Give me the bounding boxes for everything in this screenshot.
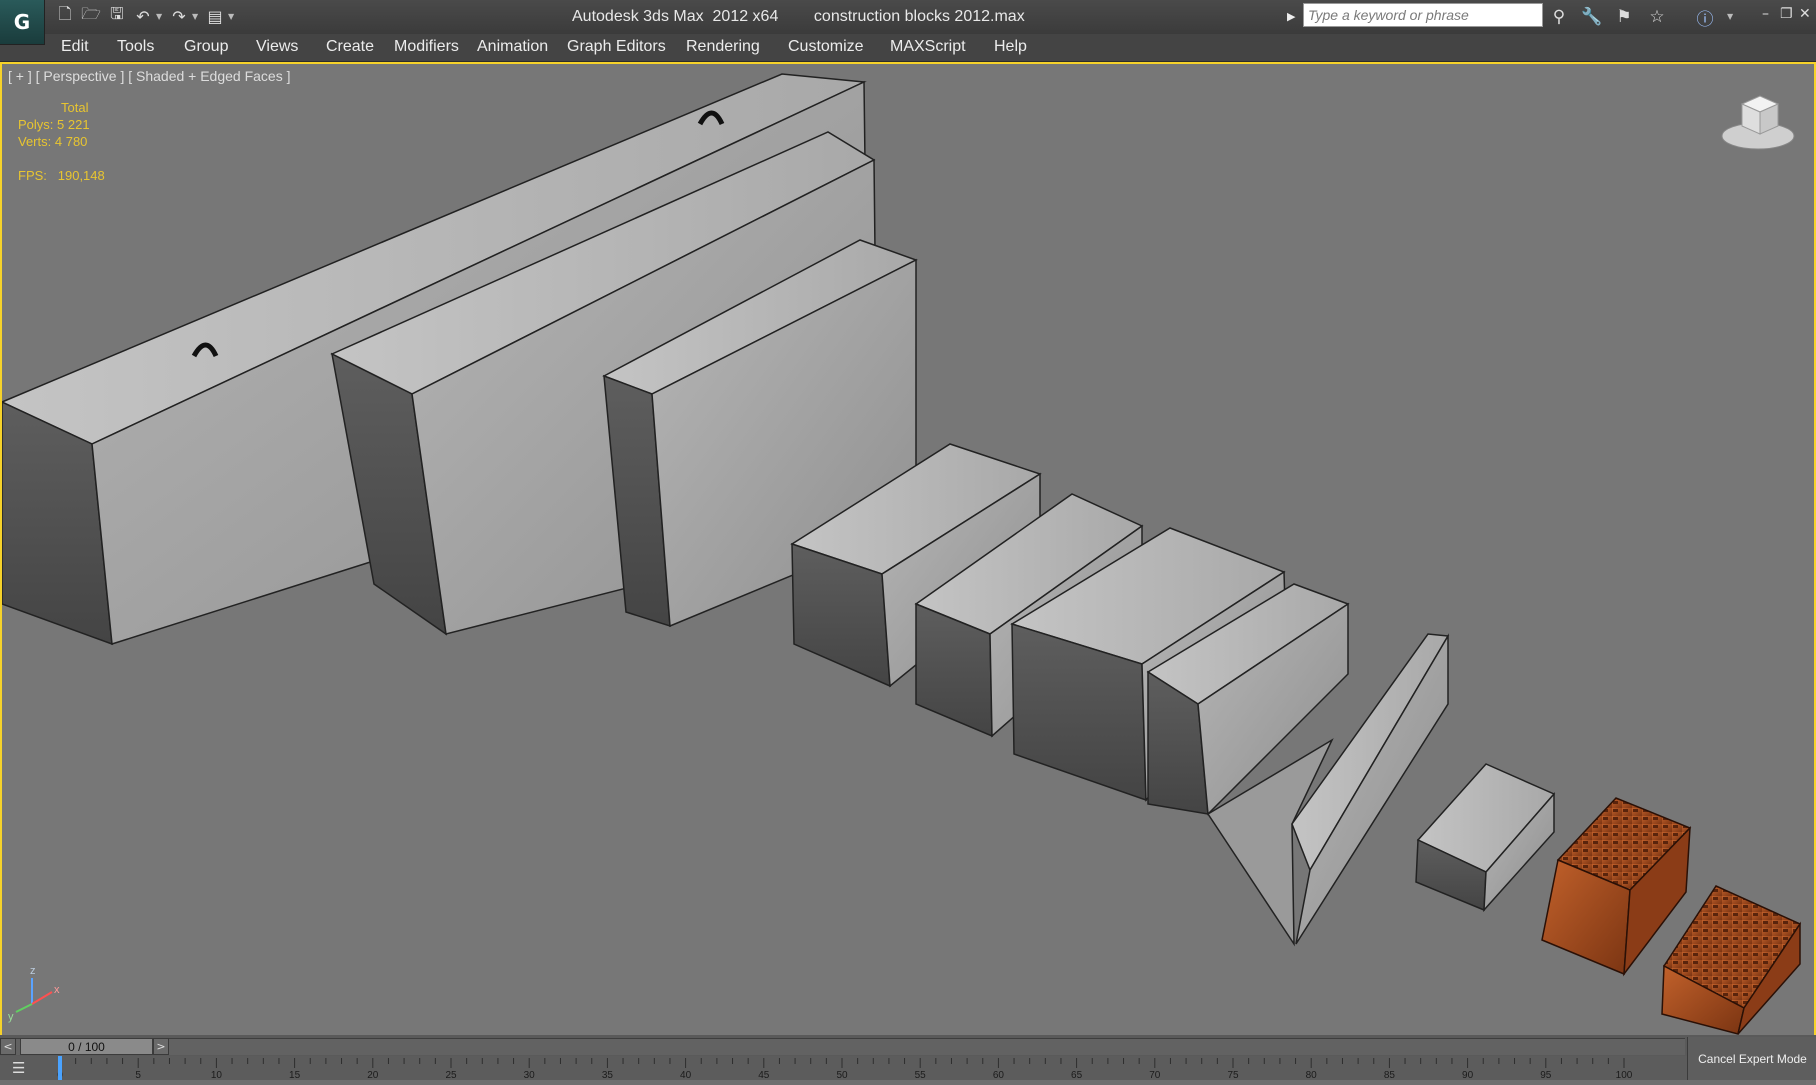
- axis-y-label: y: [8, 1011, 14, 1023]
- wrench-icon[interactable]: 🔧: [1580, 5, 1604, 29]
- help-icon[interactable]: ⓘ: [1693, 5, 1717, 30]
- window-title: Autodesk 3ds Max 2012 x64 construction b…: [572, 8, 1025, 26]
- menu-animation[interactable]: Animation: [477, 38, 548, 56]
- trackbar[interactable]: 0510152025303540455055606570758085909510…: [0, 1056, 1816, 1081]
- axis-x-label: x: [54, 984, 60, 996]
- open-file-icon[interactable]: 🗁: [78, 4, 104, 28]
- trackbar-tick-label: 85: [1384, 1070, 1396, 1080]
- trackbar-tick-label: 10: [211, 1070, 223, 1080]
- binoculars-icon[interactable]: ⚲: [1547, 5, 1571, 29]
- trackbar-tick-label: 75: [1227, 1070, 1239, 1080]
- trackbar-tick-label: 90: [1462, 1070, 1474, 1080]
- viewcube-icon[interactable]: [1721, 95, 1795, 150]
- favorites-star-icon[interactable]: ☆: [1645, 5, 1669, 29]
- menu-views[interactable]: Views: [256, 38, 298, 56]
- axis-tripod-icon: z x y: [8, 965, 60, 1023]
- menu-graph-editors[interactable]: Graph Editors: [567, 38, 666, 56]
- menu-customize[interactable]: Customize: [788, 38, 864, 56]
- verts-label: Verts:: [18, 134, 52, 149]
- help-dropdown-icon[interactable]: ▼: [1727, 12, 1737, 21]
- trackbar-tick-label: 35: [602, 1070, 614, 1080]
- quick-access-toolbar: 🗋 🗁 🖫 ↶ ▼ ↷ ▼ ▤ ▼: [52, 4, 238, 28]
- axis-z-label: z: [30, 965, 36, 977]
- stats-polys: Polys: 5 221: [18, 117, 90, 132]
- stats-total-label: Total: [61, 100, 89, 115]
- trackbar-tick-label: 60: [993, 1070, 1005, 1080]
- menu-modifiers[interactable]: Modifiers: [394, 38, 459, 56]
- cancel-expert-mode-button[interactable]: Cancel Expert Mode: [1687, 1037, 1816, 1080]
- save-icon[interactable]: 🖫: [104, 4, 130, 28]
- app-logo-icon: G: [13, 10, 31, 34]
- close-icon[interactable]: ✕: [1799, 6, 1811, 22]
- current-frame-marker[interactable]: [58, 1056, 62, 1080]
- menu-create[interactable]: Create: [326, 38, 374, 56]
- stats-fps: FPS: 190,148: [18, 168, 105, 183]
- trackbar-tick-label: 80: [1306, 1070, 1318, 1080]
- menu-bar: Edit Tools Group Views Create Modifiers …: [0, 34, 1816, 62]
- trackbar-tick-label: 25: [445, 1070, 457, 1080]
- communication-center-icon[interactable]: ⚑: [1612, 5, 1636, 29]
- solid-block-small[interactable]: [1415, 763, 1556, 913]
- title-bar: G 🗋 🗁 🖫 ↶ ▼ ↷ ▼ ▤ ▼ Autodesk 3ds Max 201…: [0, 0, 1816, 45]
- perspective-viewport[interactable]: z x y [ + ] [ Perspective ] [ Shaded + E…: [0, 62, 1816, 1037]
- time-slider-thumb[interactable]: 0 / 100: [20, 1038, 153, 1055]
- timeline-area: < 0 / 100 > 0510152025303540455055606570…: [0, 1035, 1816, 1081]
- app-name: Autodesk 3ds Max 2012 x64: [572, 8, 779, 25]
- menu-rendering[interactable]: Rendering: [686, 38, 760, 56]
- fps-label: FPS:: [18, 168, 47, 183]
- menu-help[interactable]: Help: [994, 38, 1027, 56]
- stats-verts: Verts: 4 780: [18, 134, 87, 149]
- redo-dropdown-icon[interactable]: ▼: [192, 12, 202, 21]
- fps-value: 190,148: [57, 168, 105, 183]
- project-folder-icon[interactable]: ▤: [202, 4, 228, 28]
- next-frame-button[interactable]: >: [153, 1038, 169, 1055]
- trackbar-tick-label: 15: [289, 1070, 301, 1080]
- scene-render: z x y: [2, 73, 1802, 1035]
- restore-icon[interactable]: ❐: [1780, 6, 1793, 22]
- undo-dropdown-icon[interactable]: ▼: [156, 12, 166, 21]
- trackbar-tick-label: 40: [680, 1070, 692, 1080]
- trackbar-tick-label: 55: [915, 1070, 927, 1080]
- trackbar-ticks: 0510152025303540455055606570758085909510…: [57, 1056, 1633, 1081]
- undo-icon[interactable]: ↶: [130, 4, 156, 28]
- time-slider-track[interactable]: [16, 1038, 1685, 1055]
- search-input[interactable]: [1303, 3, 1543, 27]
- application-menu-button[interactable]: G: [0, 0, 45, 45]
- trackbar-tick-label: 5: [135, 1070, 141, 1080]
- verts-value: 4 780: [54, 134, 88, 149]
- trackbar-tick-label: 30: [524, 1070, 536, 1080]
- file-name: construction blocks 2012.max: [813, 8, 1025, 25]
- trackbar-tick-label: 50: [836, 1070, 848, 1080]
- trackbar-tick-label: 70: [1149, 1070, 1161, 1080]
- ceramic-block-1[interactable]: [1541, 797, 1692, 977]
- viewport-label-menu[interactable]: [ + ] [ Perspective ] [ Shaded + Edged F…: [8, 68, 291, 84]
- trackbar-tick-label: 65: [1071, 1070, 1083, 1080]
- trackbar-tick-label: 100: [1616, 1070, 1633, 1080]
- menu-maxscript[interactable]: MAXScript: [890, 38, 966, 56]
- menu-group[interactable]: Group: [184, 38, 228, 56]
- search-expand-icon[interactable]: ▶: [1287, 10, 1295, 23]
- menu-tools[interactable]: Tools: [117, 38, 154, 56]
- polys-value: 5 221: [57, 117, 90, 132]
- trackbar-tick-label: 20: [367, 1070, 379, 1080]
- previous-frame-button[interactable]: <: [0, 1038, 16, 1055]
- polys-label: Polys:: [18, 117, 54, 132]
- trackbar-tick-label: 95: [1540, 1070, 1552, 1080]
- quick-access-customize-icon[interactable]: ▼: [228, 12, 238, 21]
- minimize-icon[interactable]: –: [1762, 6, 1769, 22]
- new-file-icon[interactable]: 🗋: [52, 4, 78, 28]
- curve-editor-icon[interactable]: ☰: [12, 1059, 25, 1077]
- trackbar-tick-label: 45: [758, 1070, 770, 1080]
- ceramic-block-2[interactable]: [1661, 885, 1802, 1035]
- menu-edit[interactable]: Edit: [61, 38, 89, 56]
- redo-icon[interactable]: ↷: [166, 4, 192, 28]
